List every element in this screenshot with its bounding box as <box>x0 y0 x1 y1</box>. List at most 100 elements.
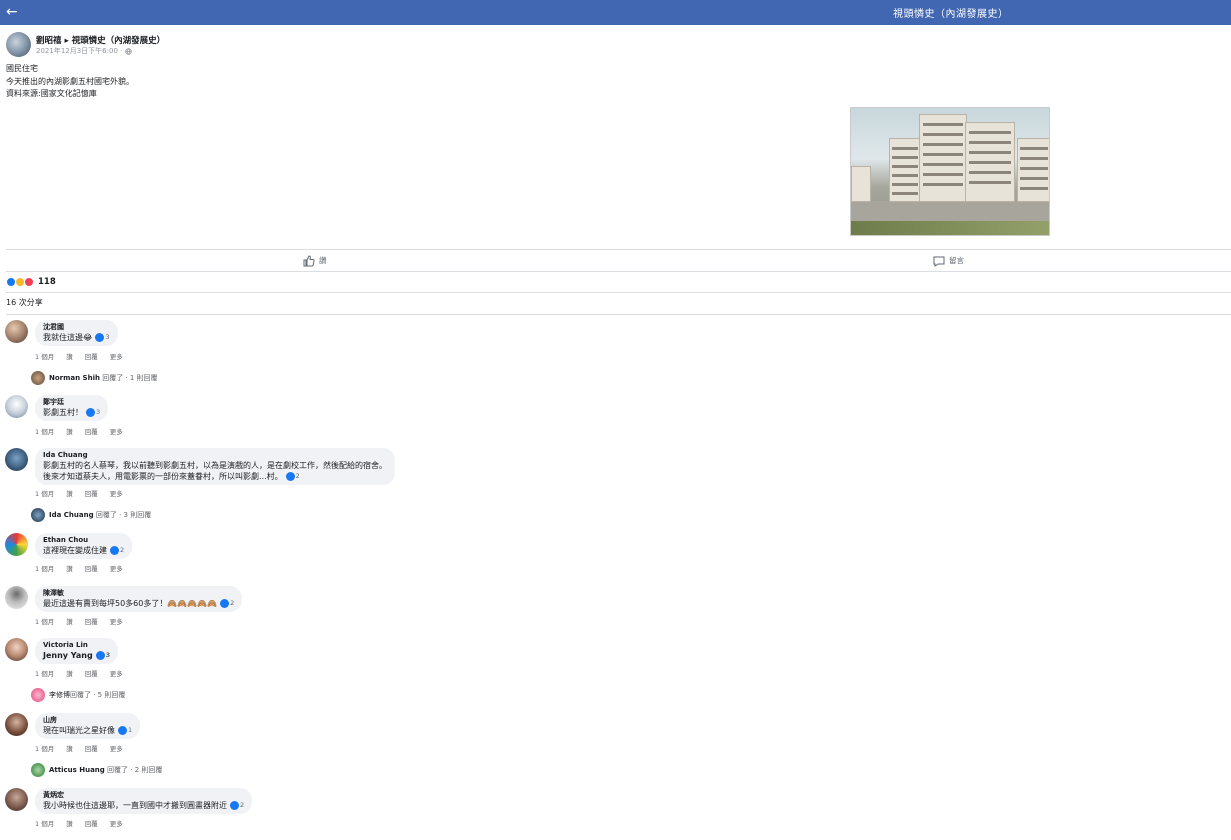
commenter-avatar[interactable] <box>5 788 28 811</box>
commenter-name[interactable]: Ida Chuang <box>43 450 387 460</box>
reply-summary[interactable]: 李修博回覆了 · 5 則回覆 <box>31 688 125 702</box>
love-reaction-icon <box>24 277 34 287</box>
comment-like-count: 2 <box>295 472 300 480</box>
comment-age[interactable]: 1 個月 <box>35 670 54 678</box>
comment-like-link[interactable]: 讚 <box>66 490 73 498</box>
comment-more-link[interactable]: 更多 <box>110 428 123 436</box>
reply-text: 回覆了 · 5 則回覆 <box>70 691 126 699</box>
comment-reply-link[interactable]: 回覆 <box>85 618 98 626</box>
comment-bubble: 鄭宇廷 影劇五村！ 3 <box>35 395 109 421</box>
commenter-name[interactable]: 沈君國 <box>43 322 110 332</box>
post-text-line: 資料來源:國家文化記憶庫 <box>6 89 97 98</box>
commenter-avatar[interactable] <box>5 586 28 609</box>
post-timestamp-text[interactable]: 2021年12月3日下午6:00 · <box>36 47 125 55</box>
commenter-name[interactable]: Ethan Chou <box>43 535 124 545</box>
like-badge-icon <box>110 546 119 555</box>
comment-age[interactable]: 1 個月 <box>35 428 54 436</box>
comment-like-count: 3 <box>105 651 111 659</box>
reply-author: 李修博 <box>49 691 70 699</box>
post-body: 國民住宅 今天推出的內湖影劇五村國宅外貌。 資料來源:國家文化記憶庫 <box>6 63 134 101</box>
commenter-avatar[interactable] <box>5 713 28 736</box>
comment-bubble: Ida Chuang 影劇五村的名人蔡琴，我以前聽到影劇五村，以為是演戲的人，是… <box>35 448 395 485</box>
commenter-name[interactable]: Victoria Lin <box>43 640 110 650</box>
comment-bubble: 沈君國 我就住這邊😂 3 <box>35 320 118 346</box>
comment-meta: 1 個月 讚 回覆 更多 <box>35 426 135 436</box>
reply-avatar <box>31 763 45 777</box>
divider <box>6 314 1231 315</box>
comment-like-link[interactable]: 讚 <box>66 618 73 626</box>
comment-reply-link[interactable]: 回覆 <box>85 820 98 828</box>
reply-summary[interactable]: Atticus Huang 回覆了 · 2 則回覆 <box>31 763 162 777</box>
post-photo[interactable] <box>850 107 1050 236</box>
commenter-name[interactable]: 陳澤敏 <box>43 588 234 598</box>
comment-text[interactable]: Jenny Yang <box>43 651 93 660</box>
comment-like-link[interactable]: 讚 <box>66 353 73 361</box>
reply-text: 回覆了 · 3 則回覆 <box>95 511 152 519</box>
comment-label: 留言 <box>949 256 964 265</box>
comment-bubble: Victoria Lin Jenny Yang 3 <box>35 638 119 664</box>
commenter-avatar[interactable] <box>5 638 28 661</box>
photo-building <box>965 122 1015 202</box>
comment-like-link[interactable]: 讚 <box>66 745 73 753</box>
comment-text: 後來才知道蔡夫人，用電影票的一部份來蓋眷村，所以叫影劇...村。 <box>43 472 283 481</box>
commenter-name[interactable]: 山房 <box>43 715 132 725</box>
commenter-avatar[interactable] <box>5 395 28 418</box>
comment-more-link[interactable]: 更多 <box>110 490 123 498</box>
post-author[interactable]: 劉昭禧 ▸ 視頭憐史（內湖發展史） <box>36 34 165 46</box>
comment-meta: 1 個月 讚 回覆 更多 <box>35 743 135 753</box>
reaction-summary[interactable]: 118 <box>6 277 56 289</box>
comment-button[interactable]: 留言 <box>933 254 964 268</box>
comment-meta: 1 個月 讚 回覆 更多 <box>35 488 135 498</box>
comment-text: 我小時候也住這邊耶，一直到國中才搬到圓畫器附近 <box>43 801 227 810</box>
comment-age[interactable]: 1 個月 <box>35 820 54 828</box>
comment-bubble: 陳澤敏 最近這邊有賣到每坪50多60多了！🙈🙈🙈🙈🙈 2 <box>35 586 243 612</box>
comment-more-link[interactable]: 更多 <box>110 565 123 573</box>
comment-meta: 1 個月 讚 回覆 更多 <box>35 563 135 573</box>
post-text-line: 今天推出的內湖影劇五村國宅外貌。 <box>6 76 134 86</box>
commenter-avatar[interactable] <box>5 448 28 471</box>
reply-summary[interactable]: Ida Chuang 回覆了 · 3 則回覆 <box>31 508 151 522</box>
divider <box>6 292 1231 293</box>
comment-more-link[interactable]: 更多 <box>110 745 123 753</box>
comment-like-count: 2 <box>230 599 235 607</box>
comment-more-link[interactable]: 更多 <box>110 618 123 626</box>
comment-age[interactable]: 1 個月 <box>35 745 54 753</box>
globe-icon <box>124 47 132 55</box>
comment-like-link[interactable]: 讚 <box>66 670 73 678</box>
reply-author: Atticus Huang <box>49 766 105 774</box>
like-badge-icon <box>95 651 105 660</box>
comment-like-link[interactable]: 讚 <box>66 820 73 828</box>
like-badge-icon <box>230 801 239 810</box>
commenter-avatar[interactable] <box>5 533 28 556</box>
comment-bubble: 黃炳宏 我小時候也住這邊耶，一直到國中才搬到圓畫器附近 2 <box>35 788 253 814</box>
like-button[interactable]: 讚 <box>303 254 327 268</box>
comment-reply-link[interactable]: 回覆 <box>85 670 98 678</box>
comment-like-link[interactable]: 讚 <box>66 565 73 573</box>
commenter-avatar[interactable] <box>5 320 28 343</box>
reply-summary[interactable]: Norman Shih 回覆了 · 1 則回覆 <box>31 371 158 385</box>
comment-age[interactable]: 1 個月 <box>35 353 54 361</box>
comment-more-link[interactable]: 更多 <box>110 670 123 678</box>
commenter-name[interactable]: 黃炳宏 <box>43 790 244 800</box>
comment-more-link[interactable]: 更多 <box>110 353 123 361</box>
comment-more-link[interactable]: 更多 <box>110 820 123 828</box>
comment-reply-link[interactable]: 回覆 <box>85 428 98 436</box>
commenter-name[interactable]: 鄭宇廷 <box>43 397 100 407</box>
share-count[interactable]: 16 次分享 <box>6 297 43 308</box>
photo-grass <box>851 221 1049 235</box>
comment-reply-link[interactable]: 回覆 <box>85 745 98 753</box>
like-badge-icon <box>95 333 105 342</box>
post-timestamp[interactable]: 2021年12月3日下午6:00 · <box>36 46 132 56</box>
comment-reply-link[interactable]: 回覆 <box>85 565 98 573</box>
comment-age[interactable]: 1 個月 <box>35 565 54 573</box>
author-avatar[interactable] <box>6 32 31 57</box>
comment-text: 這裡現在變成住建 <box>43 546 107 555</box>
comment-age[interactable]: 1 個月 <box>35 490 54 498</box>
comment-reply-link[interactable]: 回覆 <box>85 490 98 498</box>
comment-reply-link[interactable]: 回覆 <box>85 353 98 361</box>
reply-avatar <box>31 688 45 702</box>
back-arrow-icon[interactable]: ← <box>6 3 22 21</box>
comment-like-link[interactable]: 讚 <box>66 428 73 436</box>
comment-age[interactable]: 1 個月 <box>35 618 54 626</box>
reply-text: 回覆了 · 1 則回覆 <box>102 374 158 382</box>
